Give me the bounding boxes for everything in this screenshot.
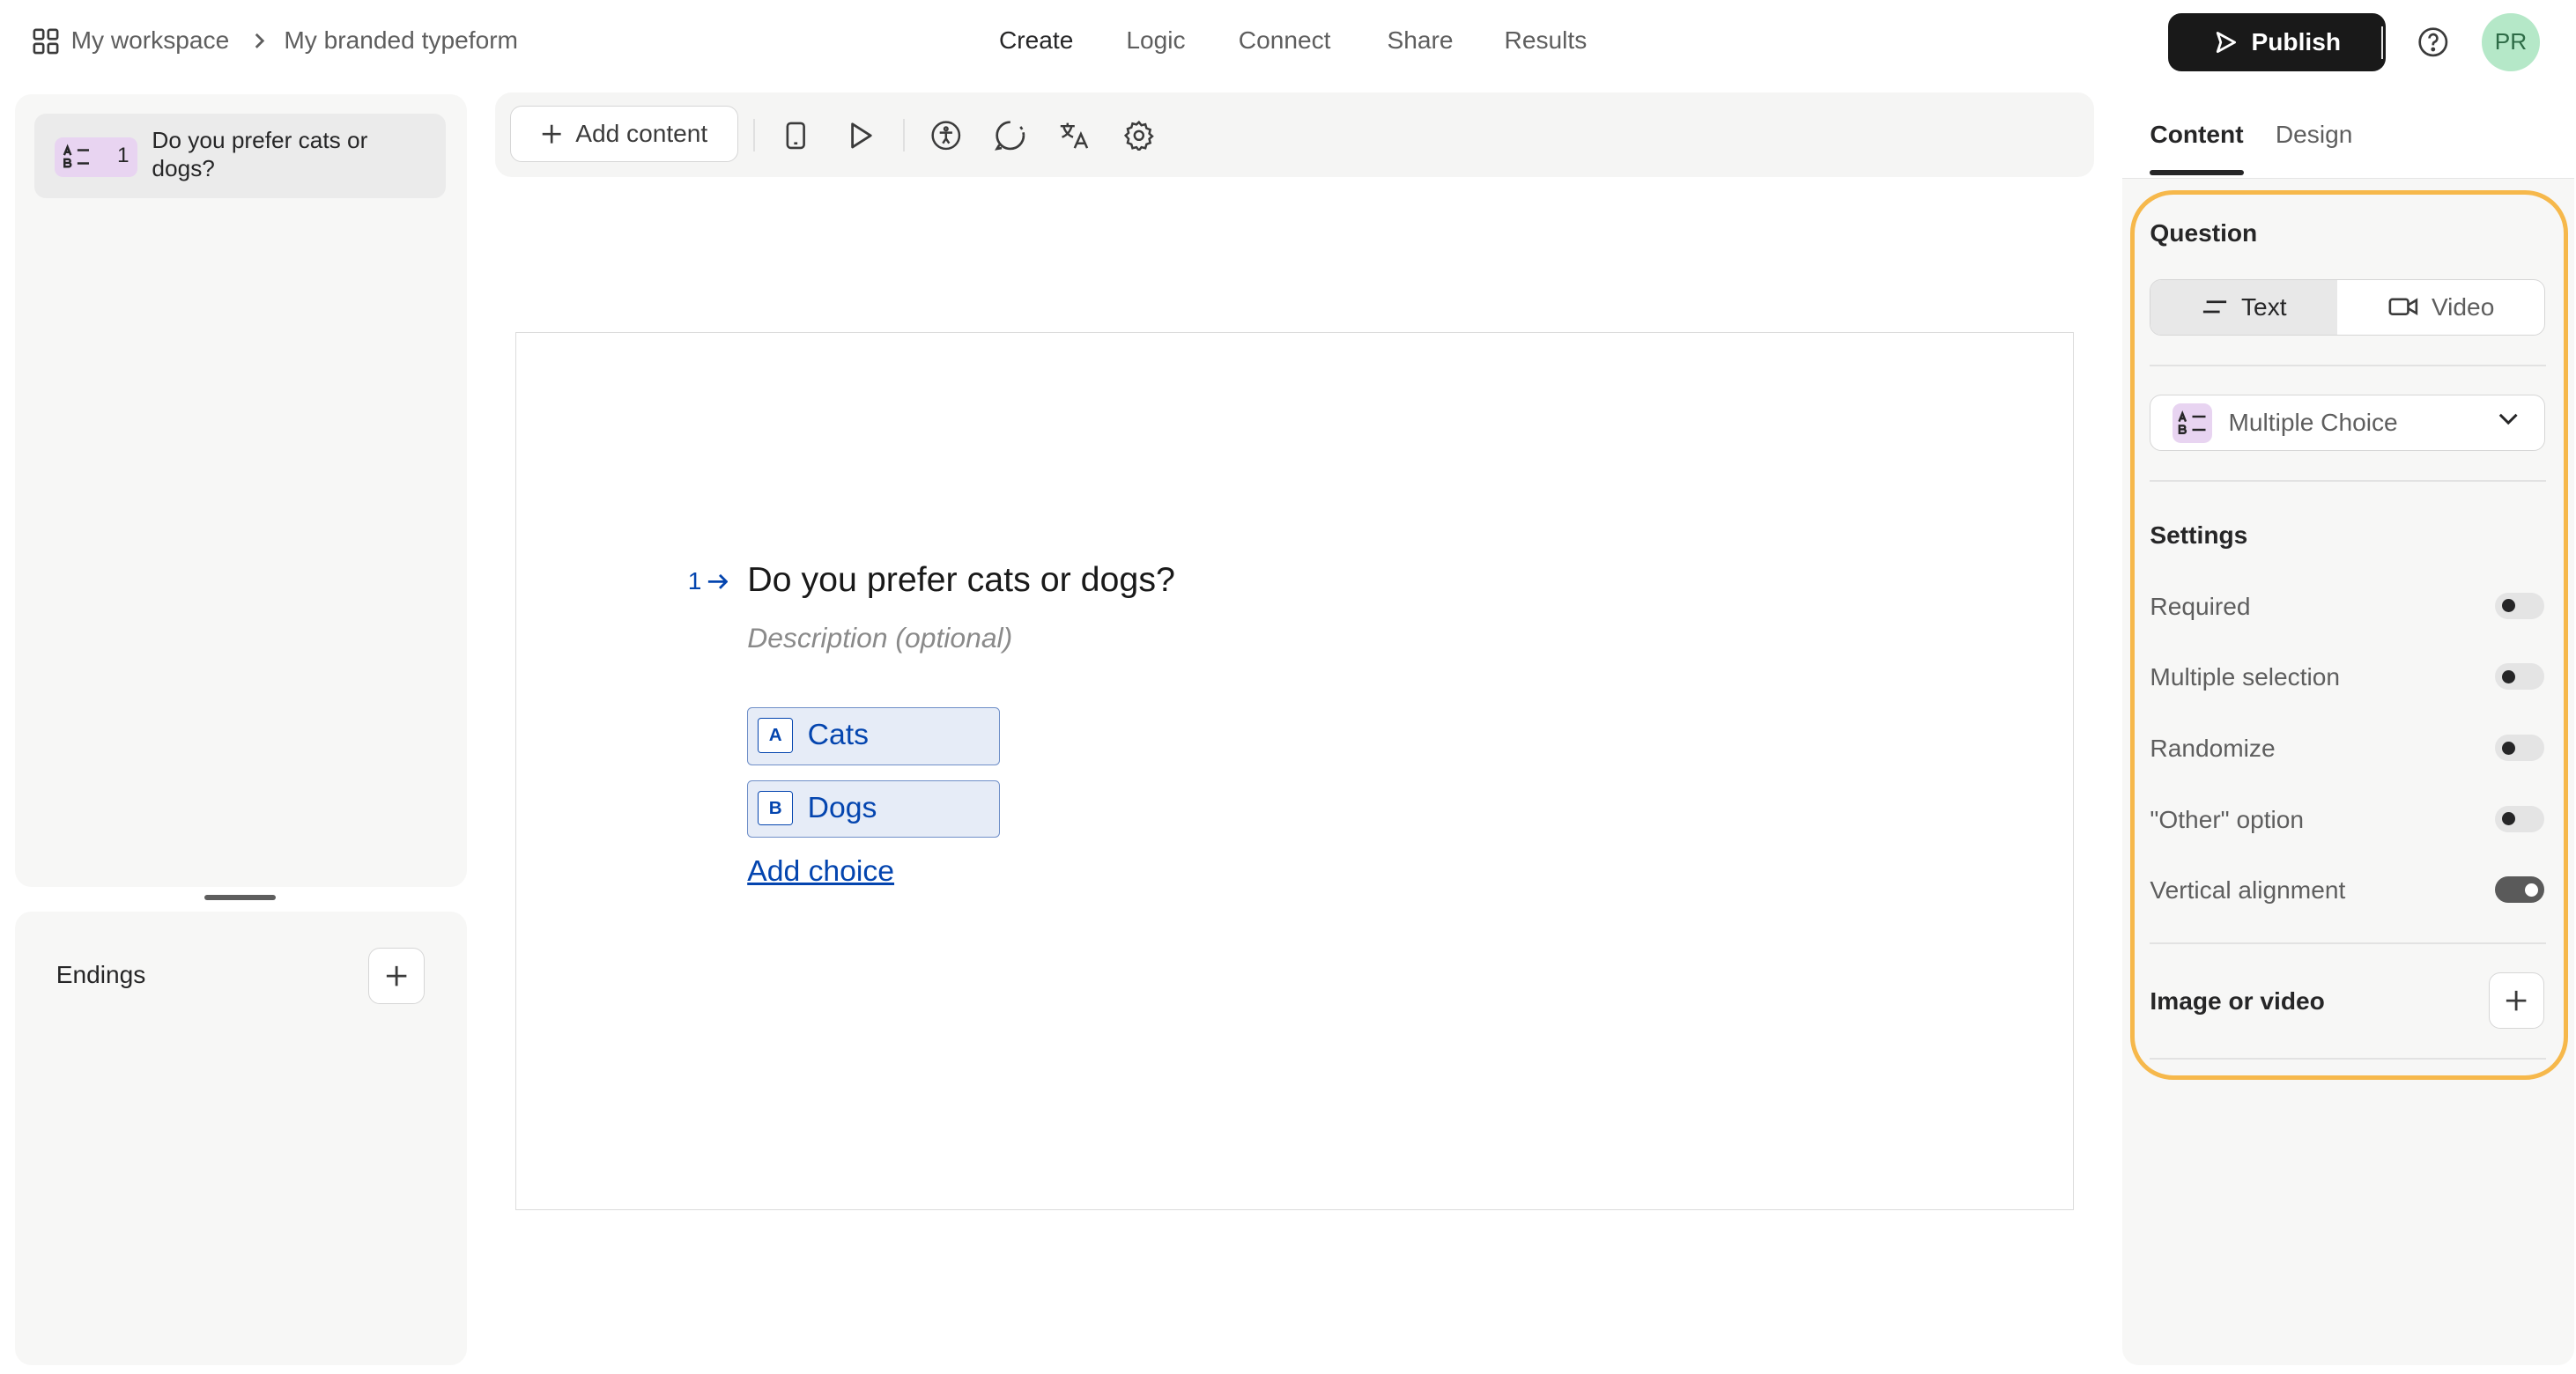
settings-icon[interactable] bbox=[1121, 117, 1158, 153]
nav-share[interactable]: Share bbox=[1387, 26, 1453, 55]
header-divider bbox=[2380, 26, 2383, 60]
nav-connect[interactable]: Connect bbox=[1239, 26, 1331, 55]
mobile-preview-icon[interactable] bbox=[778, 117, 814, 153]
endings-panel: Endings bbox=[14, 911, 468, 1366]
chevron-down-icon bbox=[2498, 412, 2519, 427]
add-ending-button[interactable] bbox=[367, 947, 425, 1004]
breadcrumb-form-name[interactable]: My branded typeform bbox=[284, 26, 518, 55]
setting-vertical-alignment-label: Vertical alignment bbox=[2150, 876, 2346, 905]
plus-icon bbox=[541, 123, 562, 144]
mode-text-button[interactable]: Text bbox=[2150, 279, 2338, 335]
choice-option[interactable]: B Dogs bbox=[747, 779, 1001, 838]
publish-button[interactable]: Publish bbox=[2168, 12, 2387, 71]
question-type-select[interactable]: Multiple Choice bbox=[2150, 394, 2545, 451]
question-mode-toggle: Text Video bbox=[2150, 278, 2545, 336]
setting-randomize-label: Randomize bbox=[2150, 735, 2276, 763]
question-type-badge: 1 bbox=[54, 137, 137, 177]
media-section-label: Image or video bbox=[2150, 986, 2325, 1015]
accessibility-icon[interactable] bbox=[928, 117, 964, 153]
divider bbox=[2150, 480, 2547, 483]
avatar[interactable]: PR bbox=[2482, 12, 2540, 71]
multiple-choice-icon bbox=[63, 144, 91, 170]
resize-handle[interactable] bbox=[204, 894, 276, 900]
mode-video-label: Video bbox=[2431, 292, 2495, 321]
text-lines-icon bbox=[2202, 299, 2228, 315]
settings-section-label: Settings bbox=[2150, 521, 2248, 550]
question-section-label: Question bbox=[2150, 219, 2258, 247]
add-media-button[interactable] bbox=[2488, 971, 2545, 1029]
video-camera-icon bbox=[2388, 297, 2418, 316]
randomize-toggle[interactable] bbox=[2495, 735, 2545, 762]
breadcrumb-workspace[interactable]: My workspace bbox=[71, 26, 230, 55]
add-choice-link[interactable]: Add choice bbox=[747, 854, 894, 889]
question-type-label: Multiple Choice bbox=[2228, 408, 2398, 436]
form-preview-canvas: 1 Do you prefer cats or dogs? Descriptio… bbox=[514, 331, 2075, 1211]
question-number: 1 bbox=[687, 566, 702, 595]
other-option-toggle[interactable] bbox=[2495, 805, 2545, 832]
tab-content[interactable]: Content bbox=[2150, 121, 2243, 149]
add-content-button[interactable]: Add content bbox=[510, 105, 738, 162]
panel-tabs: Content Design bbox=[2121, 92, 2575, 180]
plus-icon bbox=[2505, 989, 2528, 1012]
add-content-label: Add content bbox=[575, 119, 708, 147]
setting-required-label: Required bbox=[2150, 592, 2251, 620]
choice-label: Cats bbox=[807, 718, 870, 752]
question-list-item[interactable]: 1 Do you prefer cats or dogs? bbox=[34, 114, 447, 198]
choice-label: Dogs bbox=[807, 790, 877, 824]
nav-logic[interactable]: Logic bbox=[1126, 26, 1185, 55]
question-number: 1 bbox=[117, 144, 130, 168]
translate-icon[interactable] bbox=[1057, 117, 1093, 153]
divider bbox=[2150, 1058, 2547, 1060]
divider bbox=[2150, 365, 2547, 367]
play-icon[interactable] bbox=[842, 117, 878, 153]
question-list-title: Do you prefer cats or dogs? bbox=[152, 127, 368, 182]
active-tab-indicator bbox=[2150, 170, 2245, 175]
workspace-grid-icon[interactable] bbox=[33, 28, 59, 55]
breadcrumb-chevron-icon bbox=[253, 33, 266, 49]
plus-icon bbox=[385, 964, 408, 987]
mode-video-button[interactable]: Video bbox=[2339, 280, 2543, 335]
vertical-alignment-toggle[interactable] bbox=[2495, 876, 2545, 904]
question-number-indicator: 1 bbox=[688, 567, 729, 595]
publish-label: Publish bbox=[2251, 27, 2342, 55]
arrow-right-icon bbox=[707, 573, 729, 590]
setting-multiple-selection-label: Multiple selection bbox=[2150, 663, 2341, 691]
nav-create[interactable]: Create bbox=[999, 26, 1073, 55]
divider bbox=[2150, 942, 2547, 945]
multiple-selection-toggle[interactable] bbox=[2495, 663, 2545, 691]
question-description-field[interactable]: Description (optional) bbox=[747, 622, 1012, 654]
multiple-choice-icon bbox=[2172, 403, 2212, 444]
editor-toolbar: Add content bbox=[495, 92, 2094, 177]
top-bar: My workspace My branded typeform Create … bbox=[0, 0, 2576, 85]
endings-label: Endings bbox=[56, 960, 146, 988]
tab-design[interactable]: Design bbox=[2276, 121, 2353, 149]
send-icon bbox=[2213, 30, 2238, 55]
question-list-panel: 1 Do you prefer cats or dogs? bbox=[14, 93, 468, 887]
choice-key: A bbox=[758, 718, 793, 753]
help-icon[interactable] bbox=[2417, 26, 2449, 58]
toolbar-divider bbox=[903, 118, 906, 152]
mode-text-label: Text bbox=[2241, 292, 2287, 321]
toolbar-divider bbox=[752, 118, 755, 152]
choice-option[interactable]: A Cats bbox=[747, 707, 1001, 765]
required-toggle[interactable] bbox=[2495, 592, 2545, 619]
question-title[interactable]: Do you prefer cats or dogs? bbox=[747, 560, 1175, 600]
setting-other-option-label: "Other" option bbox=[2150, 805, 2305, 833]
loading-icon[interactable] bbox=[992, 117, 1028, 153]
nav-results[interactable]: Results bbox=[1505, 26, 1588, 55]
choice-key: B bbox=[758, 790, 793, 826]
question-settings-panel: Content Design Question Text Video Multi… bbox=[2121, 92, 2575, 1366]
